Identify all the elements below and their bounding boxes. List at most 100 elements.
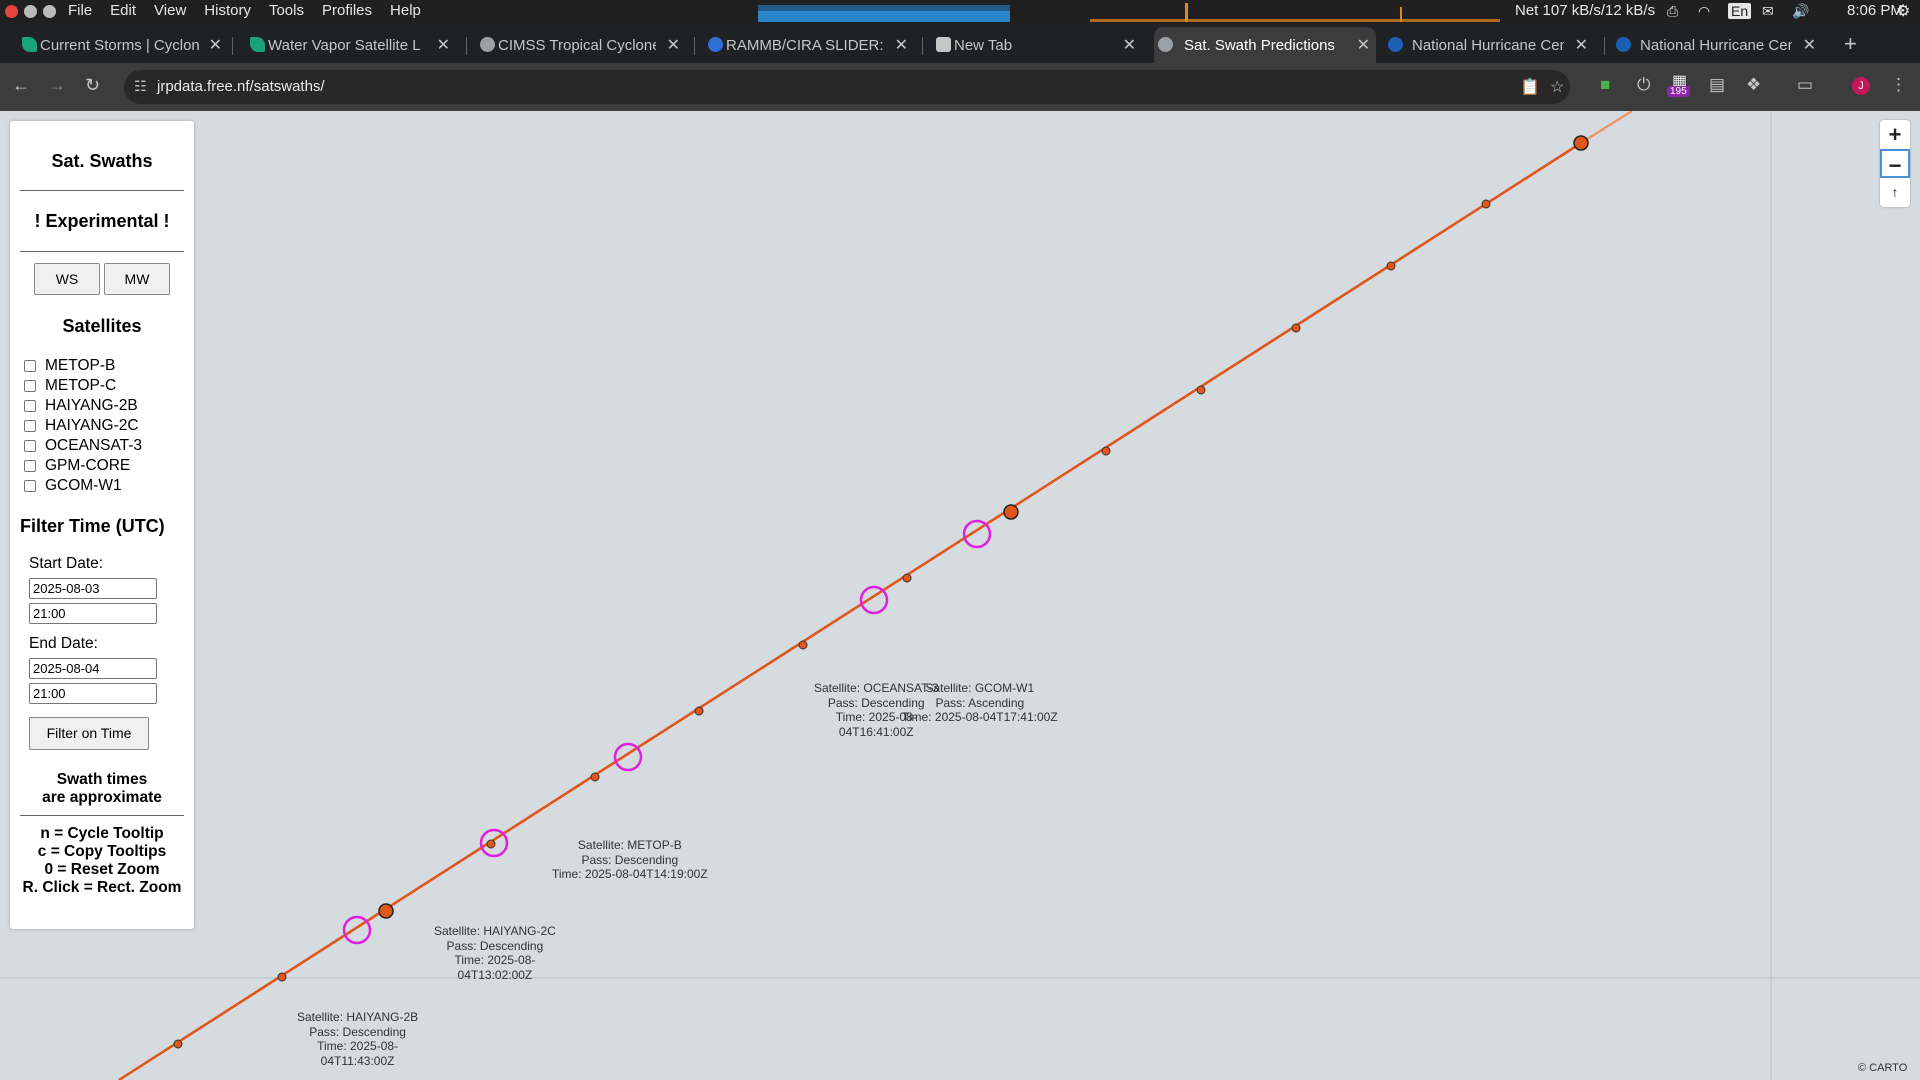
checkbox[interactable]	[24, 480, 36, 492]
track-point[interactable]	[277, 972, 287, 982]
checkbox[interactable]	[24, 380, 36, 392]
track-point-major[interactable]	[1573, 135, 1589, 151]
address-bar[interactable]: ☷ jrpdata.free.nf/satswaths/ 📋 ☆	[124, 70, 1570, 104]
track-point[interactable]	[173, 1039, 183, 1049]
close-tab-icon[interactable]: ✕	[1357, 35, 1370, 55]
menu-tools[interactable]: Tools	[269, 2, 304, 19]
profile-avatar[interactable]: J	[1852, 77, 1870, 95]
reading-mode-icon[interactable]: ▭	[1797, 75, 1813, 95]
start-date-input[interactable]: 2025-08-03	[29, 578, 157, 599]
power-extension-icon[interactable]: ⏻	[1637, 75, 1650, 95]
minimize-window-icon[interactable]	[24, 5, 37, 18]
zoom-in-button[interactable]: +	[1880, 120, 1910, 149]
swath-marker-gcom-w1[interactable]	[962, 519, 992, 549]
tab-water-vapor[interactable]: Water Vapor Satellite L ✕	[246, 27, 456, 63]
tab-cimss[interactable]: CIMSS Tropical Cyclone ✕	[476, 27, 686, 63]
menu-profiles[interactable]: Profiles	[322, 2, 372, 19]
satellite-checkbox-metop-b[interactable]: METOP-B	[24, 357, 115, 375]
checkbox[interactable]	[24, 420, 36, 432]
menu-file[interactable]: File	[68, 2, 92, 19]
reset-bearing-icon[interactable]: ↑	[1880, 178, 1910, 207]
clock[interactable]: 8:06 PM	[1847, 2, 1903, 19]
menu-help[interactable]: Help	[390, 2, 421, 19]
wifi-icon[interactable]: ◠	[1698, 3, 1710, 20]
browser-toolbar: ← → ↻ ☷ jrpdata.free.nf/satswaths/ 📋 ☆ ■…	[0, 63, 1920, 111]
tab-label: Water Vapor Satellite L	[268, 36, 421, 54]
close-tab-icon[interactable]: ✕	[1575, 35, 1588, 55]
end-time-input[interactable]: 21:00	[29, 683, 157, 704]
tab-rammb-slider[interactable]: RAMMB/CIRA SLIDER: ✕	[704, 27, 914, 63]
close-tab-icon[interactable]: ✕	[209, 35, 222, 55]
checkbox[interactable]	[24, 460, 36, 472]
keyboard-layout[interactable]: En	[1728, 3, 1752, 19]
close-tab-icon[interactable]: ✕	[895, 35, 908, 55]
tab-new-tab[interactable]: New Tab ✕	[932, 27, 1142, 63]
menu-edit[interactable]: Edit	[110, 2, 136, 19]
google-extension-icon[interactable]: ■	[1600, 75, 1610, 95]
zoom-control: + − ↑	[1880, 120, 1910, 207]
track-point[interactable]	[1196, 385, 1206, 395]
puzzle-extensions-icon[interactable]: ❖	[1746, 75, 1761, 95]
menu-history[interactable]: History	[204, 2, 251, 19]
close-tab-icon[interactable]: ✕	[1123, 35, 1136, 55]
checkbox[interactable]	[24, 400, 36, 412]
clipboard-icon[interactable]: ⎙	[1667, 3, 1678, 20]
track-point-major[interactable]	[378, 903, 394, 919]
swath-map-svg[interactable]	[0, 111, 1920, 1080]
checkbox[interactable]	[24, 440, 36, 452]
tab-label: CIMSS Tropical Cyclone	[498, 36, 656, 54]
satellite-checkbox-haiyang-2c[interactable]: HAIYANG-2C	[24, 417, 139, 435]
tooltip-line: Satellite: HAIYANG-2C	[434, 924, 556, 938]
track-point[interactable]	[798, 640, 808, 650]
map-canvas[interactable]	[0, 111, 1920, 1080]
volume-icon[interactable]: 🔊	[1792, 3, 1809, 20]
map-attribution[interactable]: © CARTO	[1858, 1062, 1907, 1074]
zoom-out-button[interactable]: −	[1880, 149, 1910, 178]
swath-marker-oceansat-3[interactable]	[859, 585, 889, 615]
close-tab-icon[interactable]: ✕	[1803, 35, 1816, 55]
satellite-checkbox-gpm-core[interactable]: GPM-CORE	[24, 457, 130, 475]
satellite-checkbox-gcom-w1[interactable]: GCOM-W1	[24, 477, 122, 495]
track-point[interactable]	[1386, 261, 1396, 271]
close-tab-icon[interactable]: ✕	[437, 35, 450, 55]
track-point[interactable]	[486, 839, 496, 849]
satellite-checkbox-metop-c[interactable]: METOP-C	[24, 377, 116, 395]
ws-button[interactable]: WS	[34, 263, 100, 295]
filter-on-time-button[interactable]: Filter on Time	[29, 717, 149, 750]
tab-current-storms[interactable]: Current Storms | Cyclon ✕	[18, 27, 228, 63]
track-point[interactable]	[694, 706, 704, 716]
settings-gear-icon[interactable]: ⚙	[1896, 1, 1910, 21]
new-tab-button[interactable]: +	[1844, 31, 1857, 57]
document-extension-icon[interactable]: ▤	[1709, 75, 1725, 95]
url-text[interactable]: jrpdata.free.nf/satswaths/	[157, 78, 325, 95]
menu-view[interactable]: View	[154, 2, 186, 19]
bookmark-star-icon[interactable]: ☆	[1550, 77, 1564, 97]
start-time-input[interactable]: 21:00	[29, 603, 157, 624]
track-point[interactable]	[1481, 199, 1491, 209]
track-point[interactable]	[1101, 446, 1111, 456]
site-info-icon[interactable]: ☷	[134, 78, 147, 95]
satellite-checkbox-oceansat-3[interactable]: OCEANSAT-3	[24, 437, 142, 455]
checkbox[interactable]	[24, 360, 36, 372]
swath-marker-metop-b[interactable]	[613, 742, 643, 772]
end-date-input[interactable]: 2025-08-04	[29, 658, 157, 679]
close-tab-icon[interactable]: ✕	[667, 35, 680, 55]
forward-arrow-icon[interactable]: →	[48, 75, 66, 96]
back-arrow-icon[interactable]: ←	[12, 75, 30, 96]
menu-kebab-icon[interactable]: ⋮	[1890, 75, 1907, 95]
track-point[interactable]	[902, 573, 912, 583]
reload-icon[interactable]: ↻	[85, 75, 100, 96]
tab-sat-swath-predictions[interactable]: Sat. Swath Predictions ✕	[1154, 27, 1376, 63]
close-window-icon[interactable]	[5, 5, 18, 18]
mw-button[interactable]: MW	[104, 263, 170, 295]
track-point[interactable]	[1291, 323, 1301, 333]
track-point[interactable]	[590, 772, 600, 782]
maximize-window-icon[interactable]	[43, 5, 56, 18]
mail-icon[interactable]: ✉	[1762, 3, 1774, 20]
satellite-checkbox-haiyang-2b[interactable]: HAIYANG-2B	[24, 397, 138, 415]
tab-nhc-2[interactable]: National Hurricane Cen ✕	[1612, 27, 1822, 63]
tab-nhc-1[interactable]: National Hurricane Cen ✕	[1384, 27, 1594, 63]
track-point-major[interactable]	[1003, 504, 1019, 520]
clipboard-page-icon[interactable]: 📋	[1520, 77, 1540, 97]
swath-marker-haiyang-2b[interactable]	[342, 915, 372, 945]
